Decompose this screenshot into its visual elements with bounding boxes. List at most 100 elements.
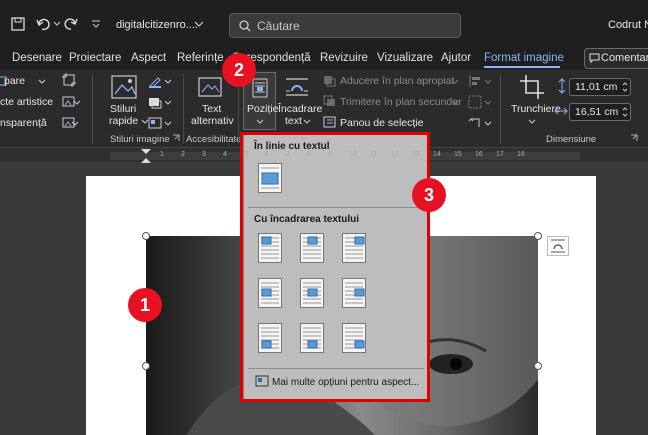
group-icon[interactable]: [468, 95, 482, 109]
ruler-number: 14: [433, 151, 441, 158]
align-icon[interactable]: [468, 74, 482, 88]
ruler-number: 4: [223, 151, 227, 158]
tab-desenare[interactable]: Desenare: [12, 52, 62, 64]
height-icon: [558, 78, 566, 94]
chevron-down-icon[interactable]: [303, 119, 311, 124]
ruler-number: 3: [202, 151, 206, 158]
send-backward-label[interactable]: Trimitere în plan secundar: [340, 96, 462, 108]
redo-icon[interactable]: [64, 17, 78, 31]
wrap-text-label-2[interactable]: text: [285, 115, 302, 127]
chevron-down-icon[interactable]: [528, 119, 536, 124]
chevron-down-icon[interactable]: [164, 121, 172, 126]
height-value: 11,01 cm: [575, 81, 618, 93]
ruler-number: 1: [160, 151, 164, 158]
comments-button[interactable]: Comentari: [584, 48, 648, 69]
document-name[interactable]: digitalcitizenro....: [116, 19, 198, 31]
ruler-number: 16: [475, 151, 483, 158]
layout-options-button[interactable]: [547, 236, 569, 256]
chevron-down-icon[interactable]: [164, 79, 172, 84]
tab-ajutor[interactable]: Ajutor: [441, 52, 471, 64]
quick-styles-icon[interactable]: [110, 74, 140, 102]
chevron-down-icon[interactable]: [194, 21, 204, 28]
group-label-accessibility: Accesibilitate: [186, 134, 242, 145]
ruler-number: 13: [412, 151, 420, 158]
picture-border-icon[interactable]: [148, 74, 162, 88]
tab-proiectare[interactable]: Proiectare: [69, 52, 121, 64]
wrap-text-icon: [551, 239, 565, 253]
search-placeholder: Căutare: [257, 19, 300, 33]
ruler-number: 9: [328, 151, 332, 158]
alt-text-icon[interactable]: [197, 76, 223, 100]
title-bar: digitalcitizenro.... Căutare Codrut N: [0, 0, 648, 44]
ruler-number: 15: [454, 151, 462, 158]
ribbon-tabs: Desenare Proiectare Aspect Referințe Cor…: [0, 44, 648, 70]
alt-text-label[interactable]: Text: [202, 103, 221, 115]
resize-handle[interactable]: [142, 232, 150, 240]
tab-referinte[interactable]: Referințe: [177, 52, 224, 64]
resize-handle[interactable]: [534, 362, 542, 370]
dialog-launcher-icon[interactable]: [172, 134, 180, 142]
user-name[interactable]: Codrut N: [608, 19, 648, 31]
separator: [500, 74, 501, 144]
group-label-picture-styles: Stiluri imagine: [110, 134, 170, 145]
ruler-number: 12: [391, 151, 399, 158]
chevron-down-icon[interactable]: [38, 79, 46, 84]
corrections-label[interactable]: pare: [4, 75, 25, 87]
ruler-number: 2: [181, 151, 185, 158]
customize-toolbar-icon[interactable]: [91, 20, 101, 28]
tab-revizuire[interactable]: Revizuire: [320, 52, 368, 64]
alt-text-label-2[interactable]: alternativ: [191, 115, 234, 127]
picture-effects-icon[interactable]: [148, 95, 162, 109]
search-box[interactable]: Căutare: [229, 13, 461, 38]
word-window: digitalcitizenro.... Căutare Codrut N De…: [0, 0, 648, 435]
active-tab-indicator: [484, 66, 560, 68]
chevron-down-icon[interactable]: [484, 121, 492, 126]
artistic-effects-label[interactable]: cte artistice: [0, 96, 53, 108]
tab-aspect[interactable]: Aspect: [131, 52, 166, 64]
wrap-text-label[interactable]: Încadrare: [278, 103, 322, 115]
crop-icon[interactable]: [519, 74, 545, 100]
compress-icon[interactable]: [62, 73, 76, 87]
bring-forward-icon: [324, 76, 336, 87]
ruler-number: 10: [349, 151, 357, 158]
selection-pane-label[interactable]: Panou de selecție: [340, 117, 423, 129]
quick-styles-label[interactable]: Stiluri: [110, 103, 136, 115]
resize-handle[interactable]: [534, 232, 542, 240]
ruler-number: 18: [517, 151, 525, 158]
transparency-label[interactable]: nsparență: [0, 117, 47, 129]
tab-format-imagine[interactable]: Format imagine: [484, 52, 564, 64]
chevron-down-icon[interactable]: [164, 100, 172, 105]
chevron-down-icon[interactable]: [53, 21, 61, 27]
spinner-arrows-icon[interactable]: [622, 81, 628, 93]
chevron-down-icon[interactable]: [484, 100, 492, 105]
callout-badge: 1: [128, 288, 162, 322]
chevron-down-icon: [451, 79, 459, 84]
undo-icon[interactable]: [36, 17, 52, 31]
save-icon[interactable]: [11, 17, 25, 31]
picture-layout-icon[interactable]: [148, 116, 162, 130]
ruler-number: 8: [307, 151, 311, 158]
wrap-text-icon[interactable]: [284, 76, 310, 98]
rotate-icon[interactable]: [468, 116, 482, 130]
bring-forward-label[interactable]: Aducere în plan apropiat: [340, 75, 454, 87]
indent-marker-icon[interactable]: [140, 148, 152, 164]
chevron-down-icon: [256, 119, 264, 124]
reset-picture-icon[interactable]: [62, 115, 76, 129]
ruler-number: 5: [244, 151, 248, 158]
quick-styles-label-2[interactable]: rapide: [109, 115, 138, 127]
dialog-launcher-icon[interactable]: [630, 134, 638, 142]
ruler-number: 17: [496, 151, 504, 158]
chevron-down-icon[interactable]: [484, 79, 492, 84]
change-picture-icon[interactable]: [62, 94, 76, 108]
ruler-number: 7: [286, 151, 290, 158]
comment-icon: [589, 53, 600, 64]
group-label-size: Dimensiune: [546, 134, 597, 145]
spinner-arrows-icon[interactable]: [622, 106, 628, 118]
tab-vizualizare[interactable]: Vizualizare: [377, 52, 433, 64]
position-icon: [252, 78, 268, 98]
search-icon: [239, 20, 251, 32]
ruler-number: 11: [370, 151, 378, 158]
resize-handle[interactable]: [142, 362, 150, 370]
width-icon: [554, 107, 568, 115]
width-value: 16,51 cm: [575, 106, 619, 118]
